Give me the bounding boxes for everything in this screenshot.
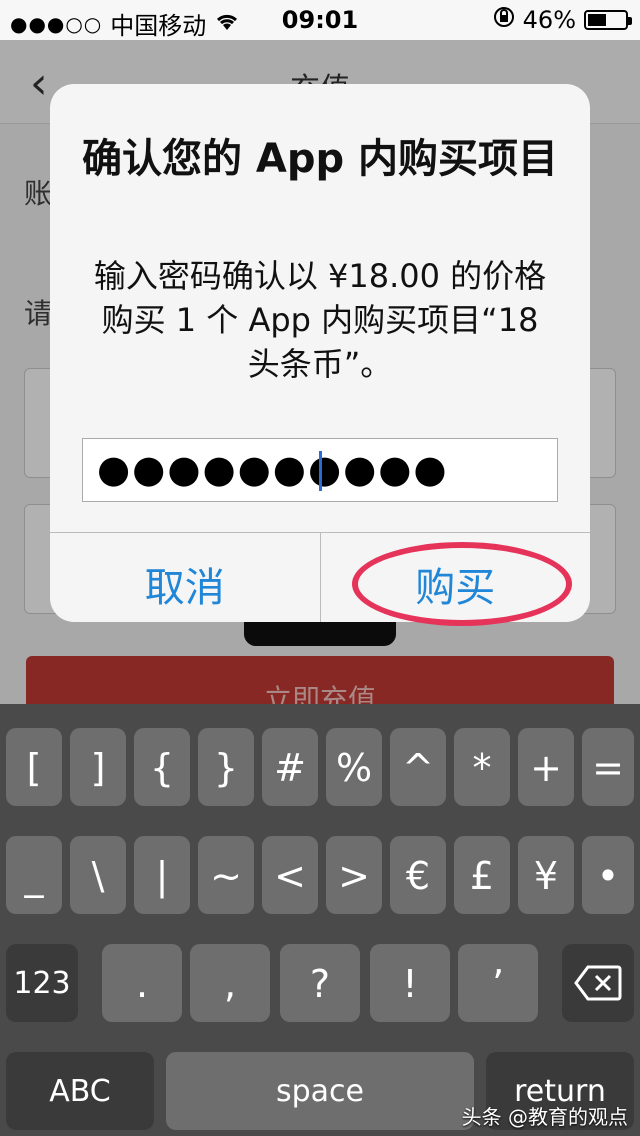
key-close-brace[interactable]: } <box>198 728 254 806</box>
key-backslash[interactable]: \ <box>70 836 126 914</box>
key-yen[interactable]: ¥ <box>518 836 574 914</box>
status-bar: ●●●○○ 中国移动 09:01 46% <box>0 0 640 40</box>
backspace-icon[interactable] <box>562 944 634 1022</box>
key-equals[interactable]: = <box>582 728 634 806</box>
highlight-circle <box>352 542 572 626</box>
key-bullet[interactable]: • <box>582 836 634 914</box>
key-open-bracket[interactable]: [ <box>6 728 62 806</box>
key-greater-than[interactable]: > <box>326 836 382 914</box>
password-value: ●●●●●●●●●● <box>97 447 449 491</box>
purchase-confirm-dialog: 确认您的 App 内购买项目 输入密码确认以 ¥18.00 的价格购买 1 个 … <box>50 84 590 622</box>
key-pound[interactable]: £ <box>454 836 510 914</box>
keyboard: [ ] { } # % ^ * + = _ \ | ~ < > € £ ¥ • … <box>0 704 640 1136</box>
key-pipe[interactable]: | <box>134 836 190 914</box>
key-asterisk[interactable]: * <box>454 728 510 806</box>
key-close-bracket[interactable]: ] <box>70 728 126 806</box>
abc-key[interactable]: ABC <box>6 1052 154 1130</box>
key-caret[interactable]: ^ <box>390 728 446 806</box>
battery-icon <box>584 10 632 30</box>
key-tilde[interactable]: ~ <box>198 836 254 914</box>
password-input[interactable]: ●●●●●●●●●● <box>82 438 558 502</box>
key-percent[interactable]: % <box>326 728 382 806</box>
key-exclamation[interactable]: ! <box>370 944 450 1022</box>
key-apostrophe[interactable]: ’ <box>458 944 538 1022</box>
cancel-button[interactable]: 取消 <box>50 533 320 622</box>
dialog-message: 输入密码确认以 ¥18.00 的价格购买 1 个 App 内购买项目“18头条币… <box>93 257 547 383</box>
key-period[interactable]: . <box>102 944 182 1022</box>
space-key[interactable]: space <box>166 1052 474 1130</box>
key-hash[interactable]: # <box>262 728 318 806</box>
watermark: 头条 @教育的观点 <box>461 1105 628 1129</box>
key-plus[interactable]: + <box>518 728 574 806</box>
key-underscore[interactable]: _ <box>6 836 62 914</box>
orientation-lock-icon <box>493 6 515 34</box>
numbers-key[interactable]: 123 <box>6 944 78 1022</box>
key-euro[interactable]: € <box>390 836 446 914</box>
text-caret <box>319 451 322 491</box>
key-comma[interactable]: , <box>190 944 270 1022</box>
key-less-than[interactable]: < <box>262 836 318 914</box>
key-open-brace[interactable]: { <box>134 728 190 806</box>
battery-percent: 46% <box>522 6 576 34</box>
dialog-title: 确认您的 App 内购买项目 <box>81 136 559 182</box>
key-question[interactable]: ? <box>280 944 360 1022</box>
battery-fill <box>588 14 606 26</box>
